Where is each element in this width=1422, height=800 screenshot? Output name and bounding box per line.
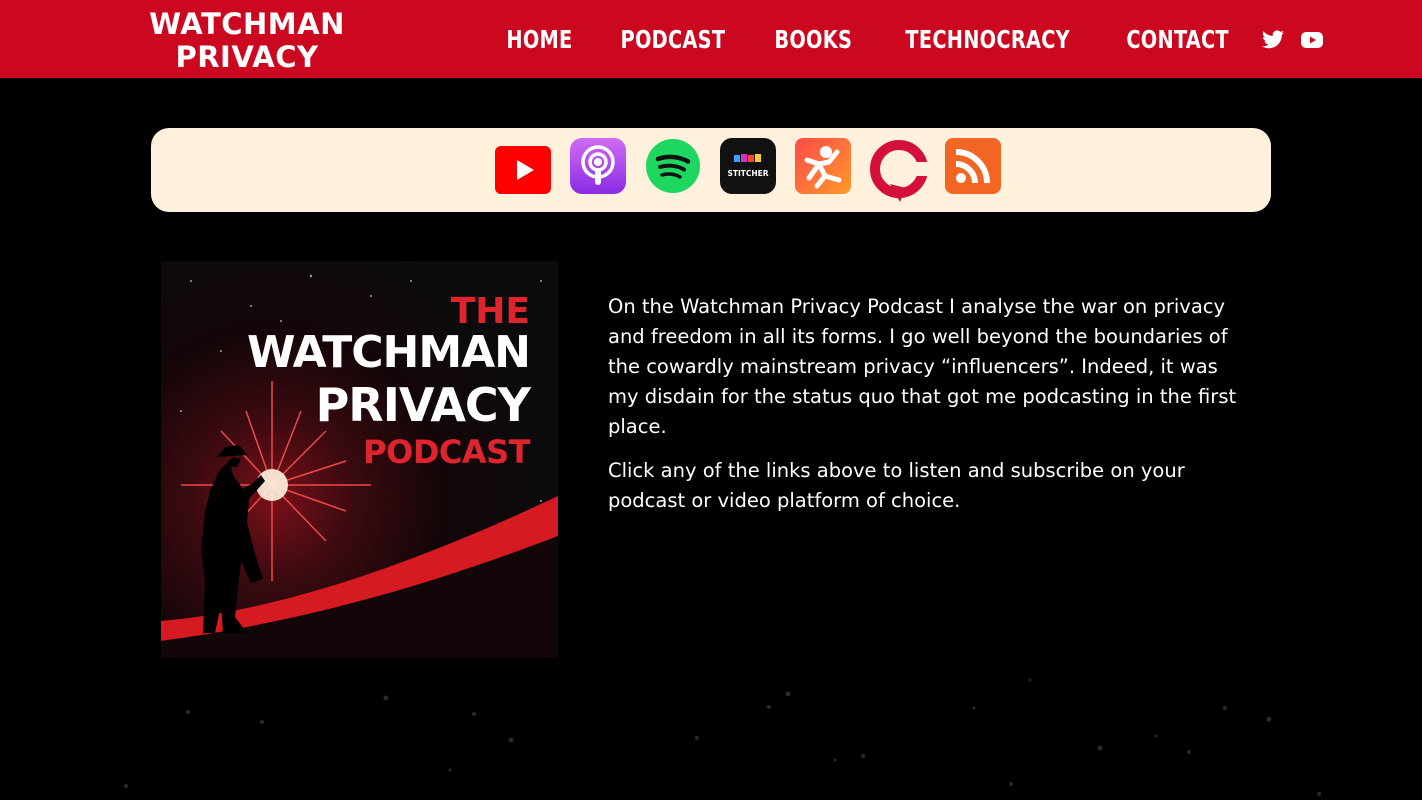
podcast-platforms-bar: STITCHER [151, 128, 1271, 212]
main-nav: HOME PODCAST BOOKS TECHNOCRACY CONTACT [484, 0, 1254, 78]
rss-icon[interactable] [945, 138, 1001, 194]
castro-icon[interactable] [870, 140, 928, 202]
stitcher-label: STITCHER [727, 169, 768, 178]
cover-title-the: THE [450, 291, 530, 332]
nav-books[interactable]: BOOKS [774, 25, 852, 54]
podcast-description: On the Watchman Privacy Podcast I analys… [608, 292, 1238, 530]
nav-home[interactable]: HOME [506, 25, 572, 54]
site-header: WATCHMAN PRIVACY HOME PODCAST BOOKS TECH… [0, 0, 1422, 78]
youtube-icon[interactable] [1300, 28, 1324, 52]
youtube-icon[interactable] [495, 142, 551, 198]
site-logo[interactable]: WATCHMAN PRIVACY [142, 8, 352, 74]
nav-podcast[interactable]: PODCAST [620, 25, 725, 54]
podcast-cover-art: THE WATCHMAN PRIVACY PODCAST [161, 261, 558, 658]
apple-podcasts-icon[interactable] [570, 138, 626, 194]
logo-line-1: WATCHMAN [149, 7, 345, 41]
spotify-icon[interactable] [645, 138, 701, 194]
cover-title-podcast: PODCAST [363, 433, 530, 471]
starfield-background [124, 678, 1321, 796]
logo-line-2: PRIVACY [175, 40, 319, 74]
twitter-icon[interactable] [1261, 28, 1285, 52]
stitcher-icon[interactable]: STITCHER [720, 138, 776, 194]
castbox-icon[interactable] [795, 138, 851, 194]
description-paragraph-2: Click any of the links above to listen a… [608, 459, 1185, 512]
nav-technocracy[interactable]: TECHNOCRACY [906, 25, 1071, 54]
cover-title-privacy: PRIVACY [315, 378, 531, 432]
cover-title-watchman: WATCHMAN [247, 327, 531, 378]
description-paragraph-1: On the Watchman Privacy Podcast I analys… [608, 295, 1237, 438]
nav-contact[interactable]: CONTACT [1126, 25, 1229, 54]
